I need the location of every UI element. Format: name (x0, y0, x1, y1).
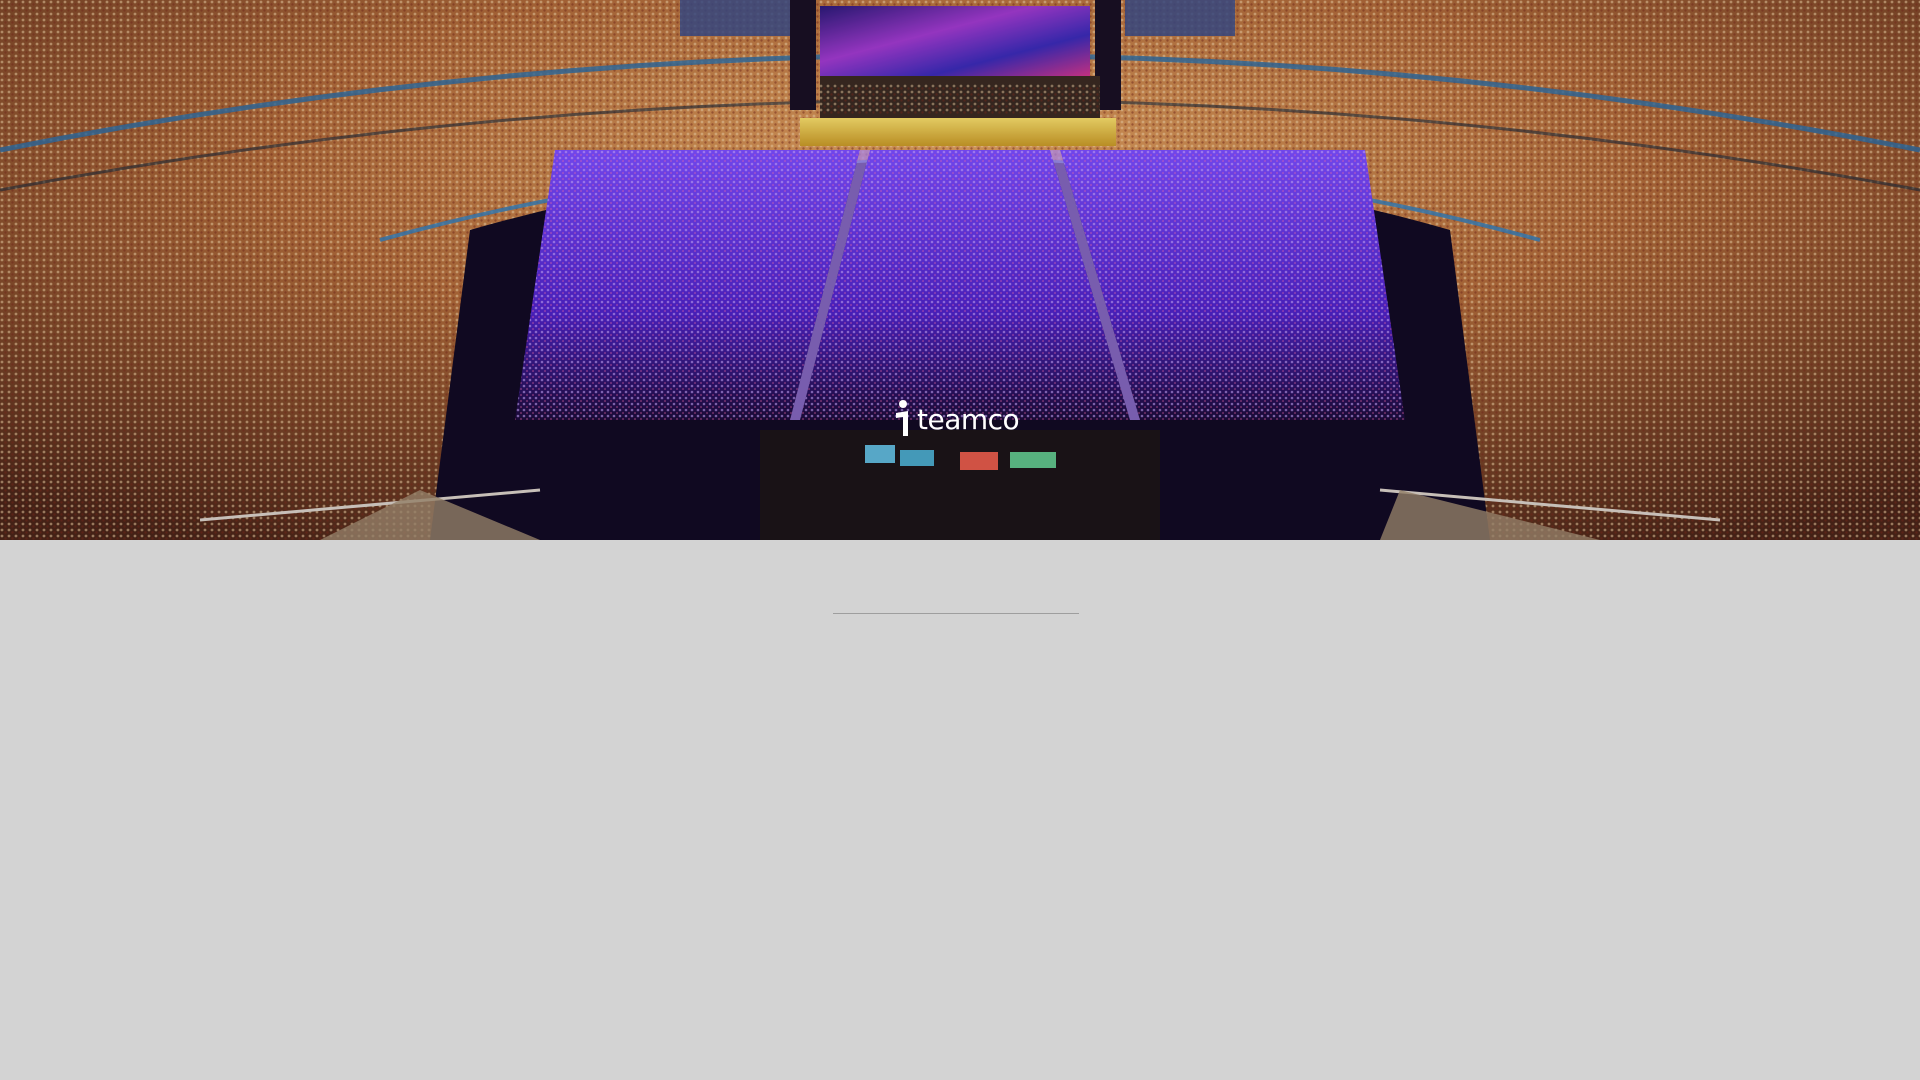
main-content (0, 540, 1920, 1080)
section-divider (833, 613, 1079, 614)
logo-text: teamco (917, 403, 1020, 436)
teamco-logo: teamco (893, 398, 1020, 438)
teamco-logo-icon (896, 400, 908, 436)
hero-banner: teamco (0, 0, 1920, 540)
arena-crowd-image (0, 0, 1920, 540)
